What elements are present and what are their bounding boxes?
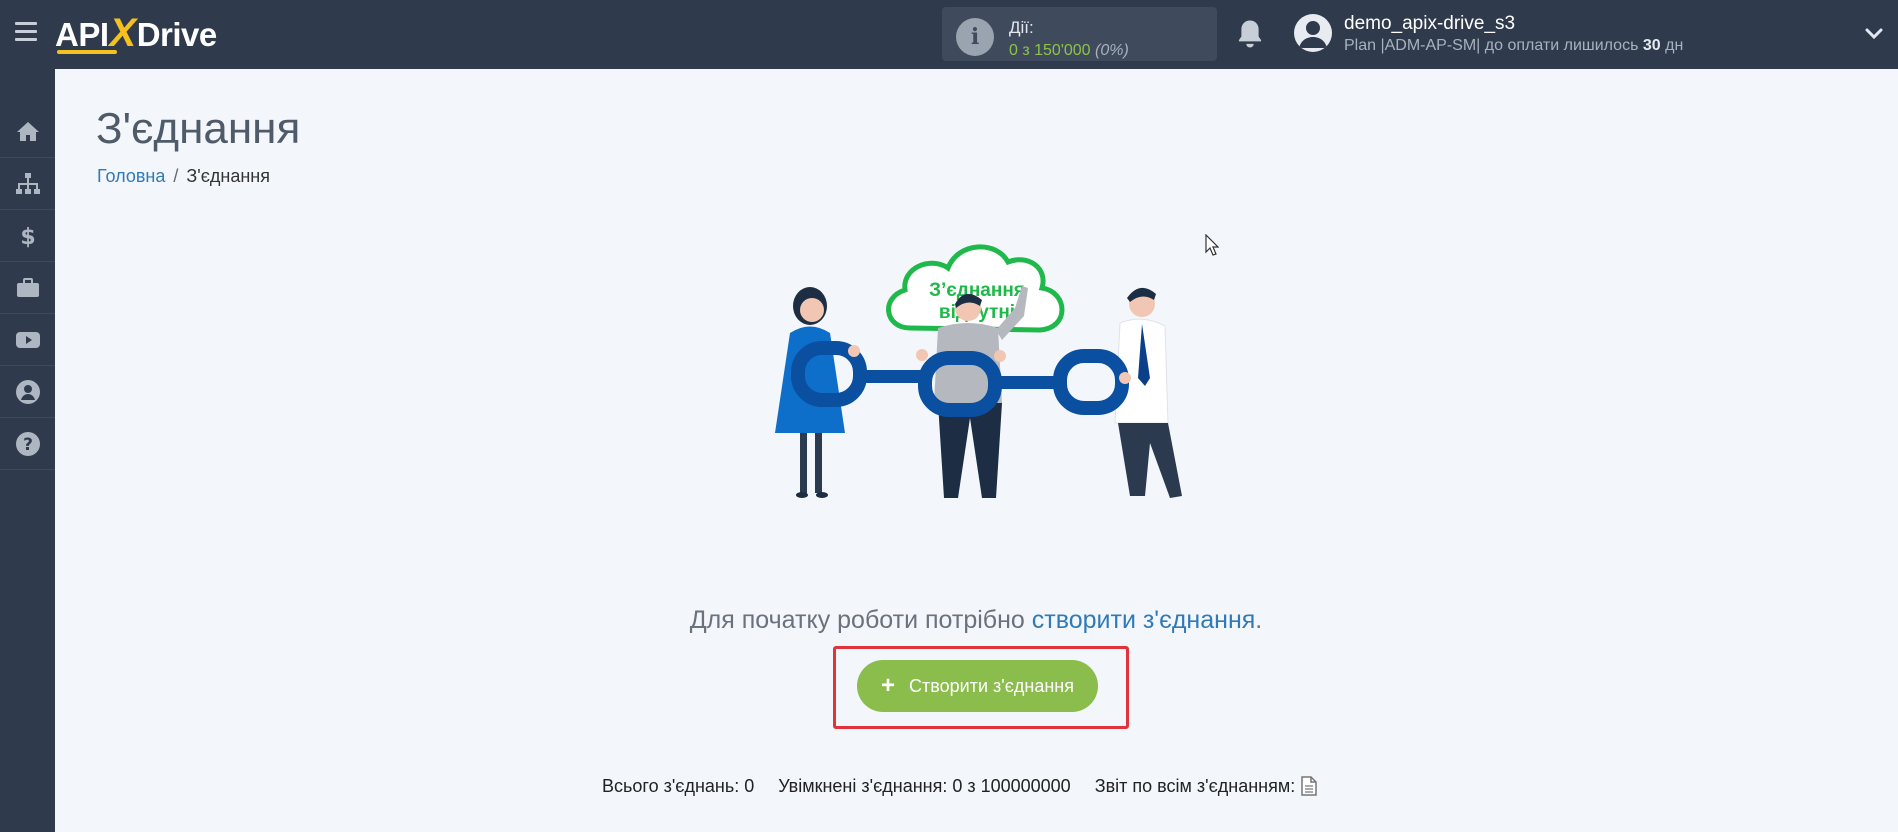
enabled-connections: Увімкнені з'єднання: 0 з 100000000 bbox=[778, 776, 1071, 796]
sidebar-item-services[interactable] bbox=[0, 262, 55, 314]
sidebar-item-connections[interactable] bbox=[0, 158, 55, 210]
empty-state-message: Для початку роботи потрібно створити з'є… bbox=[689, 606, 1263, 634]
breadcrumb-current: З'єднання bbox=[186, 166, 270, 186]
home-icon bbox=[16, 121, 39, 141]
youtube-icon bbox=[15, 331, 40, 348]
plan-info: Plan |ADM-AP-SM| до оплати лишилось 30 д… bbox=[1344, 37, 1684, 54]
total-connections: Всього з'єднань: 0 bbox=[602, 776, 755, 796]
document-icon[interactable] bbox=[1301, 776, 1317, 796]
dollar-icon: $ bbox=[20, 225, 35, 249]
plus-icon: + bbox=[881, 672, 896, 699]
user-icon bbox=[15, 379, 40, 404]
notification-bell-icon[interactable] bbox=[1235, 18, 1265, 50]
user-name[interactable]: demo_apix-drive_s3 bbox=[1344, 13, 1515, 35]
empty-connections-illustration: З’єднання відсутні bbox=[775, 244, 1182, 498]
create-connection-link[interactable]: створити з'єднання bbox=[1032, 606, 1256, 634]
sidebar-item-billing[interactable]: $ bbox=[0, 210, 55, 262]
sidebar-item-help[interactable]: ? bbox=[0, 418, 55, 470]
logo-underline bbox=[57, 50, 117, 54]
sitemap-icon bbox=[15, 172, 40, 194]
create-connection-button-label: Створити з'єднання bbox=[909, 675, 1074, 696]
sidebar-item-home[interactable] bbox=[0, 106, 55, 158]
sidebar-item-profile[interactable] bbox=[0, 366, 55, 418]
actions-label: Дії: bbox=[1009, 18, 1034, 37]
sidebar-item-video[interactable] bbox=[0, 314, 55, 366]
actions-counter[interactable]: i Дії: 0 з 150'000 (0%) bbox=[942, 7, 1217, 61]
briefcase-icon bbox=[16, 277, 39, 297]
breadcrumb-separator: / bbox=[173, 166, 179, 186]
breadcrumb-home-link[interactable]: Головна bbox=[97, 166, 165, 186]
actions-value: 0 з 150'000 (0%) bbox=[1009, 42, 1129, 59]
breadcrumb: Головна / З'єднання bbox=[97, 166, 270, 187]
create-connection-button[interactable]: + Створити з'єднання bbox=[857, 660, 1098, 712]
svg-text:?: ? bbox=[23, 435, 33, 455]
svg-text:$: $ bbox=[20, 225, 35, 249]
report-label: Звіт по всім з'єднанням: bbox=[1094, 776, 1296, 796]
top-bar: APIXDrive i Дії: 0 з 150'000 (0%) demo_a… bbox=[0, 0, 1898, 69]
mouse-cursor-icon bbox=[1205, 234, 1219, 256]
menu-toggle-icon[interactable] bbox=[15, 22, 37, 44]
sidebar: $ ? bbox=[0, 69, 55, 832]
user-avatar[interactable] bbox=[1294, 14, 1332, 52]
chevron-down-icon[interactable] bbox=[1864, 24, 1884, 44]
apixdrive-logo[interactable]: APIXDrive bbox=[55, 12, 217, 54]
page-title: З'єднання bbox=[96, 104, 301, 153]
help-icon: ? bbox=[15, 431, 40, 456]
connection-stats: Всього з'єднань: 0 Увімкнені з'єднання: 0… bbox=[602, 776, 1317, 797]
info-icon: i bbox=[956, 18, 994, 56]
